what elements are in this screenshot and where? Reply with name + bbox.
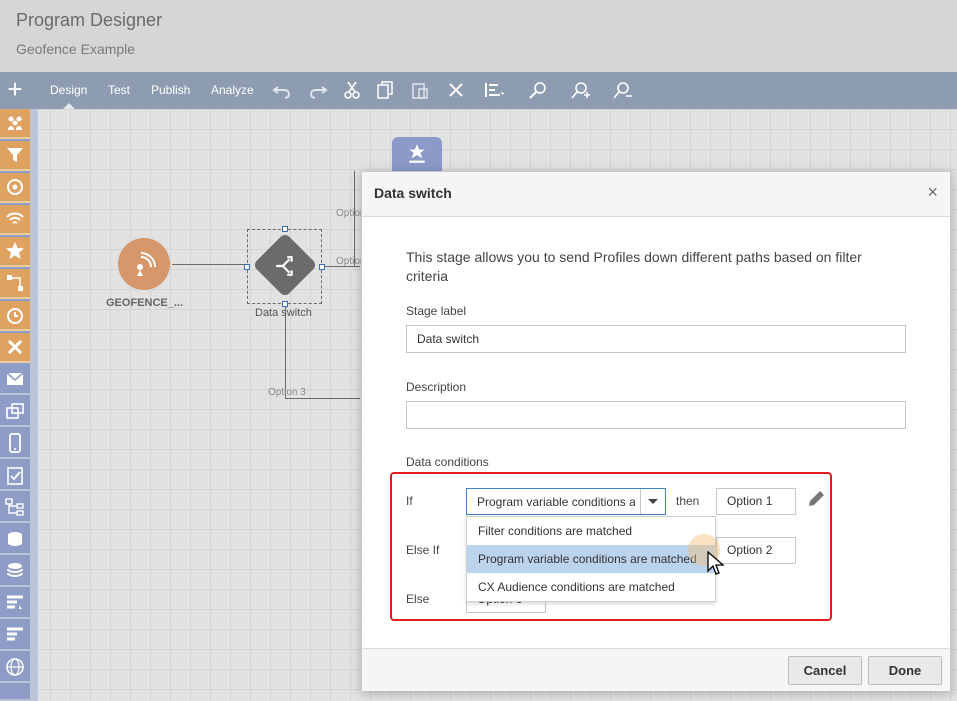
- end-icon[interactable]: [0, 333, 30, 363]
- condition-dropdown: Filter conditions are matched Program va…: [466, 516, 716, 602]
- geofence-node[interactable]: [118, 238, 170, 290]
- cut-icon[interactable]: [342, 80, 362, 100]
- description-label: Description: [406, 380, 467, 394]
- condition-select[interactable]: Program variable conditions a: [466, 488, 666, 515]
- dropdown-option[interactable]: Filter conditions are matched: [467, 517, 715, 545]
- email-icon[interactable]: [0, 365, 30, 395]
- multichannel-icon[interactable]: [0, 397, 30, 427]
- form-icon[interactable]: [0, 461, 30, 491]
- app-header: Program Designer Geofence Example: [0, 0, 957, 72]
- else-label: Else: [406, 592, 430, 606]
- badge-icon: [409, 144, 425, 163]
- tab-publish[interactable]: Publish: [151, 72, 190, 109]
- dropdown-option-selected[interactable]: Program variable conditions are matched: [467, 545, 715, 573]
- chevron-down-icon[interactable]: [640, 489, 665, 514]
- condition-select-value: Program variable conditions a: [477, 495, 635, 509]
- table-icon[interactable]: [0, 589, 30, 619]
- add-icon[interactable]: +: [0, 72, 30, 109]
- dialog-intro: This stage allows you to send Profiles d…: [406, 249, 862, 284]
- paste-icon[interactable]: [410, 80, 430, 100]
- palette-divider: [30, 109, 38, 701]
- mobile-icon[interactable]: [0, 429, 30, 459]
- zoom-out-icon[interactable]: [612, 80, 632, 100]
- web-icon[interactable]: [0, 653, 30, 683]
- node-label: GEOFENCE_...: [106, 297, 184, 309]
- undo-icon[interactable]: [272, 80, 292, 100]
- dialog-footer: Cancel Done: [362, 648, 950, 691]
- geofence-icon: [137, 252, 156, 276]
- else-if-label: Else If: [406, 543, 440, 557]
- align-icon[interactable]: [484, 80, 506, 100]
- close-icon[interactable]: ×: [927, 182, 938, 203]
- data-stack-icon[interactable]: [0, 557, 30, 587]
- edge-line: [354, 171, 355, 267]
- data-conditions-label: Data conditions: [406, 455, 489, 469]
- recycle-icon[interactable]: [0, 173, 30, 203]
- zoom-fit-icon[interactable]: [528, 80, 548, 100]
- copy-icon[interactable]: [375, 80, 395, 100]
- then-label: then: [676, 494, 700, 508]
- pencil-icon[interactable]: [806, 489, 826, 509]
- audience-icon[interactable]: [0, 109, 30, 139]
- filter-icon[interactable]: [0, 141, 30, 171]
- dialog-header: Data switch ×: [362, 172, 950, 217]
- option-1-input[interactable]: Option 1: [716, 488, 796, 515]
- cancel-button[interactable]: Cancel: [788, 656, 862, 685]
- node-label: Data switch: [255, 307, 312, 319]
- if-label: If: [406, 494, 413, 508]
- branch-icon: [276, 256, 293, 276]
- option-2-input[interactable]: Option 2: [716, 537, 796, 564]
- stage-label-label: Stage label: [406, 304, 467, 318]
- tree-icon[interactable]: [0, 493, 30, 523]
- timer-icon[interactable]: [0, 301, 30, 331]
- dropdown-option[interactable]: CX Audience conditions are matched: [467, 573, 715, 601]
- data-switch-dialog: Data switch × This stage allows you to s…: [361, 171, 951, 691]
- delete-icon[interactable]: [446, 80, 466, 100]
- wifi-icon[interactable]: [0, 205, 30, 235]
- switch-icon[interactable]: [0, 269, 30, 299]
- tab-test[interactable]: Test: [108, 72, 130, 109]
- toolbar: + Design Test Publish Analyze: [0, 72, 957, 109]
- edge-label: Option 3: [268, 387, 306, 398]
- resize-handle[interactable]: [244, 264, 250, 270]
- data-switch-node[interactable]: [244, 226, 325, 307]
- zoom-in-icon[interactable]: [570, 80, 590, 100]
- stage-label-input[interactable]: Data switch: [406, 325, 906, 353]
- edge-line: [285, 398, 360, 399]
- dialog-title: Data switch: [374, 185, 452, 201]
- page-title: Program Designer: [16, 10, 163, 30]
- star-icon[interactable]: [0, 237, 30, 267]
- more-icon[interactable]: [0, 685, 30, 701]
- data-icon[interactable]: [0, 525, 30, 555]
- edge-line: [172, 264, 245, 265]
- page-subtitle: Geofence Example: [16, 41, 136, 57]
- done-button[interactable]: Done: [868, 656, 942, 685]
- tab-design[interactable]: Design: [50, 72, 87, 109]
- table-update-icon[interactable]: [0, 621, 30, 651]
- tab-analyze[interactable]: Analyze: [211, 72, 254, 109]
- resize-handle[interactable]: [319, 264, 325, 270]
- pointer-icon: [707, 551, 725, 575]
- description-input[interactable]: [406, 401, 906, 429]
- redo-icon[interactable]: [308, 80, 328, 100]
- resize-handle[interactable]: [282, 226, 288, 232]
- stage-palette: [0, 109, 30, 701]
